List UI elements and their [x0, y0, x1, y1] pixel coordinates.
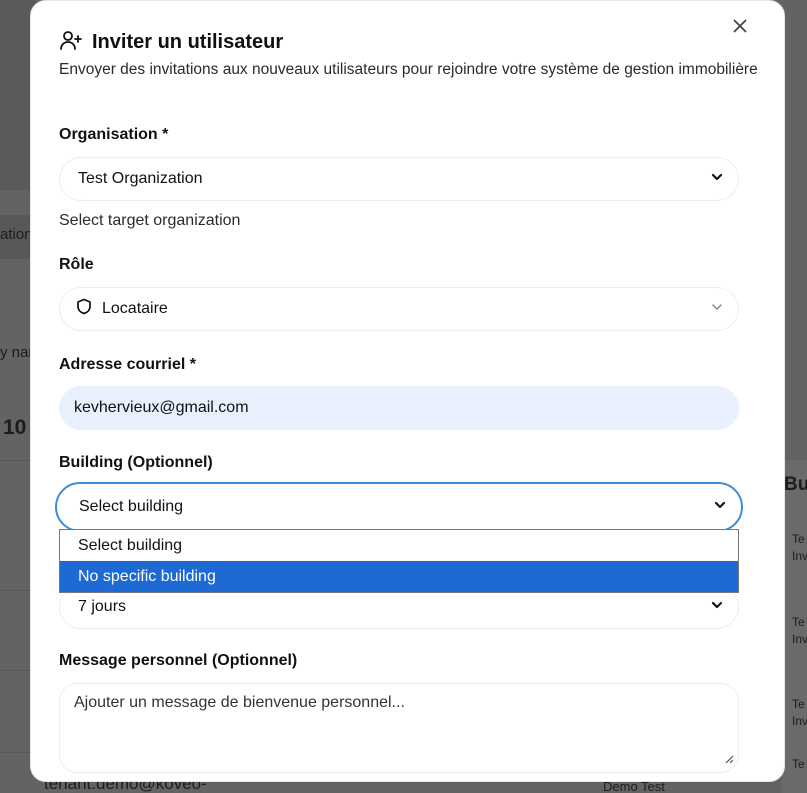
- backdrop-text: Bu: [784, 474, 807, 495]
- backdrop-text: Te: [792, 757, 805, 771]
- expiry-value: 7 jours: [78, 598, 127, 615]
- backdrop-text: 10: [3, 416, 27, 439]
- dialog-title: Inviter un utilisateur: [92, 31, 284, 53]
- backdrop-text: y nar: [0, 344, 34, 361]
- building-option[interactable]: Select building: [60, 530, 738, 561]
- role-select[interactable]: Locataire: [59, 287, 739, 331]
- role-value: Locataire: [102, 300, 168, 317]
- chevron-down-icon: [710, 170, 724, 189]
- chevron-down-icon: [713, 498, 727, 517]
- close-icon[interactable]: [731, 17, 749, 35]
- invite-user-dialog: Inviter un utilisateur Envoyer des invit…: [30, 0, 785, 782]
- message-textarea[interactable]: Ajouter un message de bienvenue personne…: [59, 683, 739, 773]
- backdrop-text: Inv: [792, 632, 807, 646]
- building-select[interactable]: Select building: [55, 482, 743, 532]
- building-options-list: Select building No specific building: [59, 529, 739, 593]
- organisation-label: Organisation *: [59, 126, 169, 143]
- building-label: Building (Optionnel): [59, 454, 213, 471]
- email-field[interactable]: kevhervieux@gmail.com: [59, 386, 739, 430]
- chevron-down-icon: [710, 598, 724, 617]
- chevron-down-icon: [710, 300, 724, 319]
- email-value: kevhervieux@gmail.com: [74, 399, 249, 416]
- organisation-value: Test Organization: [78, 170, 203, 187]
- organisation-select[interactable]: Test Organization: [59, 157, 739, 201]
- backdrop-text: Inv: [792, 549, 807, 563]
- backdrop-text: Te: [792, 615, 805, 629]
- backdrop-text: Te: [792, 532, 805, 546]
- building-value: Select building: [79, 498, 184, 515]
- backdrop-text: Te: [792, 697, 805, 711]
- email-label: Adresse courriel *: [59, 356, 196, 373]
- shield-icon: [76, 298, 92, 320]
- user-plus-icon: [59, 28, 83, 57]
- backdrop-text: ation: [0, 226, 33, 243]
- building-option-highlighted[interactable]: No specific building: [60, 561, 738, 592]
- message-placeholder: Ajouter un message de bienvenue personne…: [74, 694, 405, 711]
- role-label: Rôle: [59, 256, 94, 273]
- message-label: Message personnel (Optionnel): [59, 652, 298, 669]
- dialog-header: Inviter un utilisateur: [59, 28, 283, 57]
- organisation-hint: Select target organization: [59, 212, 241, 229]
- dialog-description: Envoyer des invitations aux nouveaux uti…: [59, 61, 758, 78]
- resize-handle-icon[interactable]: [724, 751, 734, 769]
- backdrop-text: Inv: [792, 714, 807, 728]
